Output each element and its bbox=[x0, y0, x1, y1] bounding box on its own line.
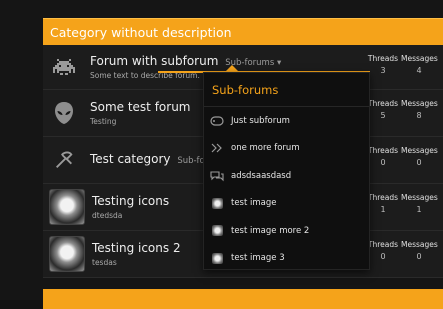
chat-bubbles-icon bbox=[210, 169, 224, 183]
dropdown-item[interactable]: test image more 2 bbox=[204, 217, 369, 245]
threads-stat: Threads 3 bbox=[367, 54, 399, 75]
forum-image-thumbnail bbox=[49, 236, 85, 272]
dropdown-title: Sub-forums bbox=[204, 73, 369, 107]
subforums-dropdown: Sub-forums Just subforum one more forum … bbox=[203, 72, 370, 270]
axe-icon bbox=[49, 145, 79, 175]
threads-stat: Threads 5 bbox=[367, 99, 399, 120]
dropdown-item[interactable]: test image 3 bbox=[204, 245, 369, 273]
category-title[interactable]: Category without description bbox=[50, 25, 232, 40]
dropdown-item[interactable]: Just subforum bbox=[204, 107, 369, 135]
next-category-header[interactable] bbox=[43, 289, 443, 309]
dropdown-item[interactable]: adsdsaasdasd bbox=[204, 162, 369, 190]
forum-title[interactable]: Forum with subforum bbox=[90, 54, 218, 68]
threads-stat: Threads 1 bbox=[367, 193, 399, 214]
dropdown-caret bbox=[225, 65, 239, 72]
category-header[interactable]: Category without description bbox=[43, 18, 443, 46]
alien-head-icon bbox=[49, 98, 79, 128]
messages-stat: Messages 1 bbox=[401, 193, 438, 214]
dropdown-item[interactable]: one more forum bbox=[204, 135, 369, 163]
threads-stat: Threads 0 bbox=[367, 146, 399, 167]
forum-title[interactable]: Test category bbox=[90, 152, 170, 166]
forum-page: Category without description Forum with … bbox=[0, 0, 443, 309]
threads-stat: Threads 0 bbox=[367, 240, 399, 261]
dropdown-item[interactable]: test image bbox=[204, 190, 369, 218]
image-thumb-icon bbox=[210, 224, 224, 238]
gamepad-icon bbox=[210, 114, 224, 128]
image-thumb-icon bbox=[210, 251, 224, 265]
image-thumb-icon bbox=[210, 196, 224, 210]
space-invader-icon bbox=[49, 52, 79, 82]
messages-stat: Messages 4 bbox=[401, 54, 438, 75]
messages-stat: Messages 0 bbox=[401, 146, 438, 167]
messages-stat: Messages 0 bbox=[401, 240, 438, 261]
double-chevron-right-icon bbox=[210, 141, 224, 155]
forum-image-thumbnail bbox=[49, 189, 85, 225]
messages-stat: Messages 8 bbox=[401, 99, 438, 120]
